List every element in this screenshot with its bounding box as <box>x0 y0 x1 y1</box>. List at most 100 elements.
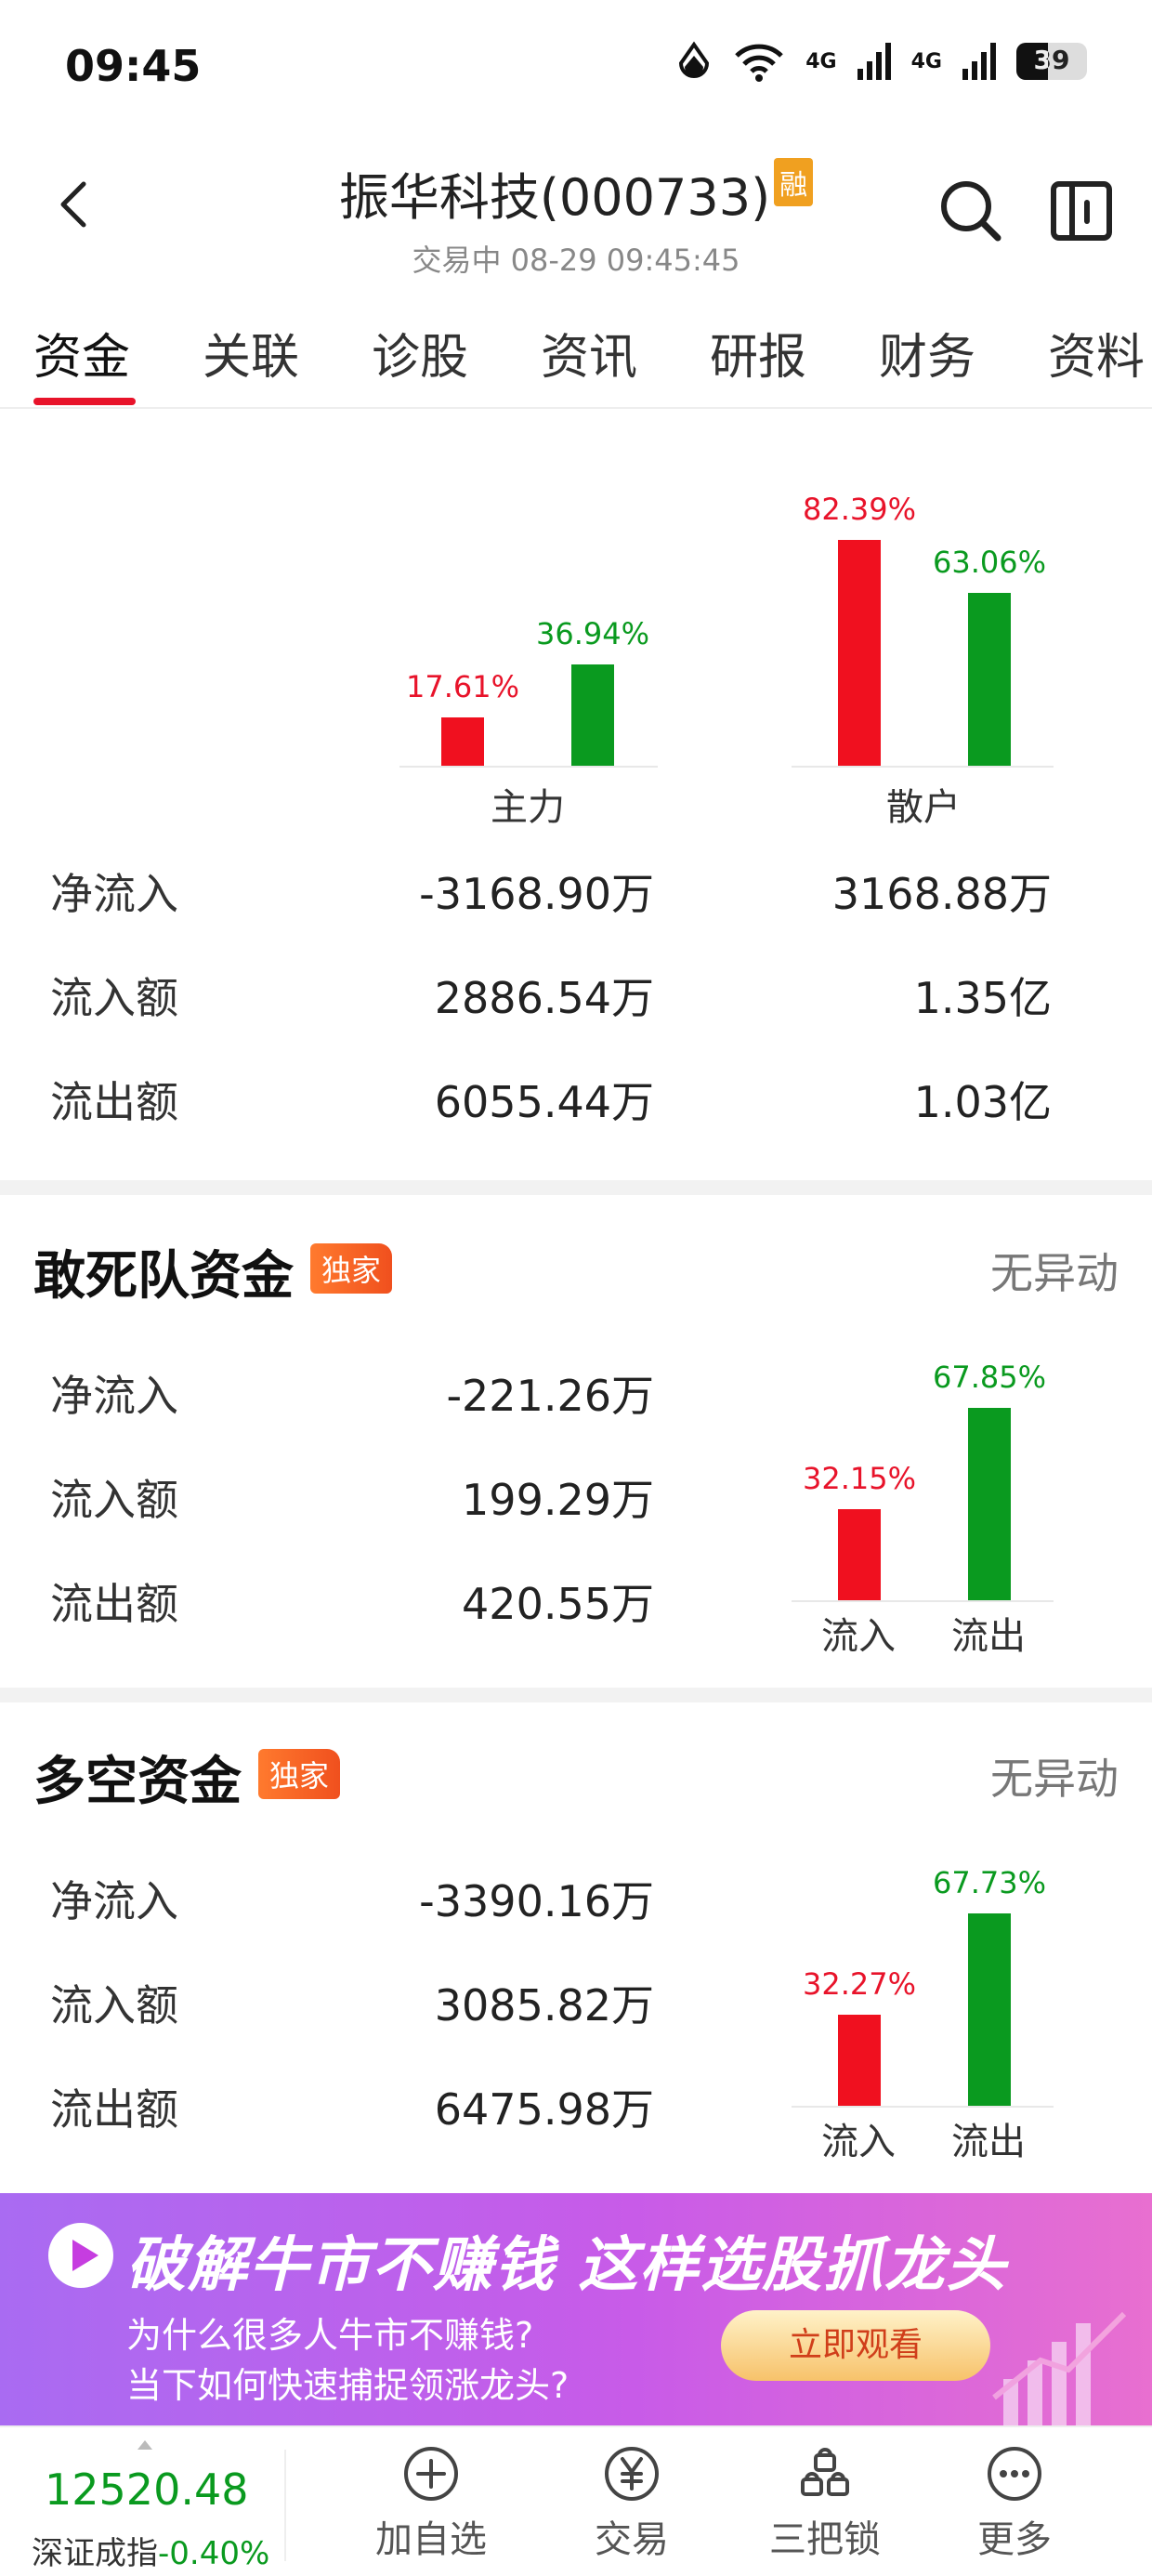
stock-title: 振华科技(000733) <box>338 168 771 227</box>
yuan-circle-icon <box>605 2447 659 2501</box>
pct-label-outflow: 67.73% <box>932 1865 1046 1901</box>
exclusive-badge: 独家 <box>310 1243 393 1294</box>
signal-icon <box>857 43 891 80</box>
nav-label: 加自选 <box>375 2518 487 2561</box>
banner-headline: 破解牛市不赚钱 这样选股抓龙头 <box>126 2231 1008 2300</box>
bottom-bar: 12520.48 深证成指-0.40% 加自选 交易 三把锁 更多 <box>0 2425 1152 2576</box>
exclusive-badge: 独家 <box>258 1749 341 1799</box>
baseline-retail <box>792 766 1054 768</box>
row-label-outflow: 流出额 <box>50 1077 178 1127</box>
row-label-inflow: 流入额 <box>50 973 178 1023</box>
dare-fund-title: 敢死队资金 <box>33 1246 294 1307</box>
row-label-net: 净流入 <box>50 1371 178 1421</box>
index-name[interactable]: 深证成指-0.40% <box>32 2528 269 2573</box>
longshort-fund-title: 多空资金 <box>33 1752 242 1812</box>
retail-outflow-value: 1.03亿 <box>913 1077 1052 1127</box>
baseline <box>792 1600 1054 1602</box>
category-main: 主力 <box>491 786 565 829</box>
category-outflow: 流出 <box>951 1615 1026 1658</box>
bar-inflow <box>838 1508 881 1600</box>
pct-label-outflow: 67.85% <box>932 1360 1046 1396</box>
row-label-net: 净流入 <box>50 869 178 919</box>
dare-outflow-value: 420.55万 <box>462 1579 654 1629</box>
active-tab-indicator <box>33 398 136 405</box>
retail-inflow-value: 1.35亿 <box>913 973 1052 1023</box>
margin-badge: 融 <box>774 158 814 206</box>
row-label-inflow: 流入额 <box>50 1980 178 2031</box>
category-inflow: 流入 <box>821 2121 896 2163</box>
section-divider <box>0 1180 1152 1195</box>
longshort-net-value: -3390.16万 <box>419 1876 654 1926</box>
row-label-net: 净流入 <box>50 1876 178 1926</box>
index-value[interactable]: 12520.48 <box>45 2464 249 2515</box>
network-4g-label-2: 4G <box>910 49 942 73</box>
longshort-inflow-value: 3085.82万 <box>434 1980 654 2031</box>
tab-funds[interactable]: 资金 <box>33 318 130 388</box>
main-inflow-value: 2886.54万 <box>434 973 654 1023</box>
category-inflow: 流入 <box>821 1615 896 1658</box>
nav-trade[interactable]: 交易 <box>539 2444 725 2563</box>
tab-diagnosis[interactable]: 诊股 <box>372 318 468 388</box>
row-label-outflow: 流出额 <box>50 1579 178 1629</box>
bar-inflow <box>838 2014 881 2106</box>
baseline <box>792 2106 1054 2108</box>
nav-label: 三把锁 <box>769 2518 881 2561</box>
row-label-outflow: 流出额 <box>50 2084 178 2135</box>
clock: 09:45 <box>65 41 202 91</box>
index-change: -0.40% <box>158 2535 270 2572</box>
promo-banner[interactable]: 破解牛市不赚钱 这样选股抓龙头 为什么很多人牛市不赚钱? 当下如何快速捕捉领涨龙… <box>0 2193 1152 2425</box>
banner-line-1: 为什么很多人牛市不赚钱? <box>126 2315 534 2356</box>
battery-icon: 39 <box>1016 43 1087 80</box>
locks-icon <box>801 2448 849 2496</box>
bar-outflow <box>968 1408 1011 1600</box>
stock-header: 振华科技(000733) 融 交易中 08-29 09:45:45 <box>0 139 1152 279</box>
data-saver-icon <box>679 41 710 78</box>
nav-label: 更多 <box>977 2518 1052 2561</box>
bar-retail-inflow <box>838 539 881 766</box>
bar-main-outflow <box>571 664 614 766</box>
more-dots-icon <box>988 2447 1041 2501</box>
expand-arrow-icon[interactable] <box>137 2440 152 2450</box>
dare-fund-status: 无异动 <box>990 1248 1119 1298</box>
section-divider <box>0 1688 1152 1702</box>
pct-label-main-inflow: 17.61% <box>405 669 519 705</box>
index-name-text: 深证成指 <box>32 2535 158 2572</box>
pct-label-retail-inflow: 82.39% <box>802 491 916 527</box>
pct-label-inflow: 32.27% <box>802 1965 916 2002</box>
battery-level: 39 <box>1033 45 1070 75</box>
bar-outflow <box>968 1913 1011 2106</box>
share-icon[interactable] <box>1046 175 1117 245</box>
row-label-inflow: 流入额 <box>50 1475 178 1525</box>
dare-inflow-value: 199.29万 <box>462 1475 654 1525</box>
retail-net-value: 3168.88万 <box>831 869 1052 919</box>
bar-retail-outflow <box>968 592 1011 766</box>
divider <box>284 2450 286 2561</box>
status-bar: 09:45 4G 4G 39 <box>0 0 1152 139</box>
baseline-main <box>399 766 658 768</box>
search-icon[interactable] <box>935 175 1005 245</box>
longshort-fund-status: 无异动 <box>990 1754 1119 1804</box>
status-icons: 4G 4G 39 <box>675 41 1087 82</box>
nav-three-locks[interactable]: 三把锁 <box>732 2444 918 2563</box>
category-outflow: 流出 <box>951 2121 1026 2163</box>
main-net-value: -3168.90万 <box>419 869 654 919</box>
main-outflow-value: 6055.44万 <box>434 1077 654 1127</box>
dare-net-value: -221.26万 <box>446 1371 654 1421</box>
play-triangle <box>72 2240 98 2271</box>
pct-label-main-outflow: 36.94% <box>535 616 649 652</box>
bar-main-inflow <box>441 717 484 766</box>
tab-news[interactable]: 资讯 <box>541 318 637 388</box>
tab-finance[interactable]: 财务 <box>879 318 975 388</box>
watch-now-button[interactable]: 立即观看 <box>721 2310 990 2381</box>
nav-add-watchlist[interactable]: 加自选 <box>338 2444 524 2563</box>
bull-chart-illustration <box>992 2311 1127 2425</box>
nav-more[interactable]: 更多 <box>922 2444 1107 2563</box>
nav-label: 交易 <box>595 2518 669 2561</box>
tab-related[interactable]: 关联 <box>203 318 299 388</box>
tab-profile[interactable]: 资料 <box>1048 318 1145 388</box>
tab-research[interactable]: 研报 <box>710 318 806 388</box>
wifi-icon <box>735 44 784 82</box>
network-4g-label: 4G <box>805 49 837 73</box>
banner-line-2: 当下如何快速捕捉领涨龙头? <box>126 2365 569 2406</box>
pct-label-retail-outflow: 63.06% <box>932 544 1046 580</box>
